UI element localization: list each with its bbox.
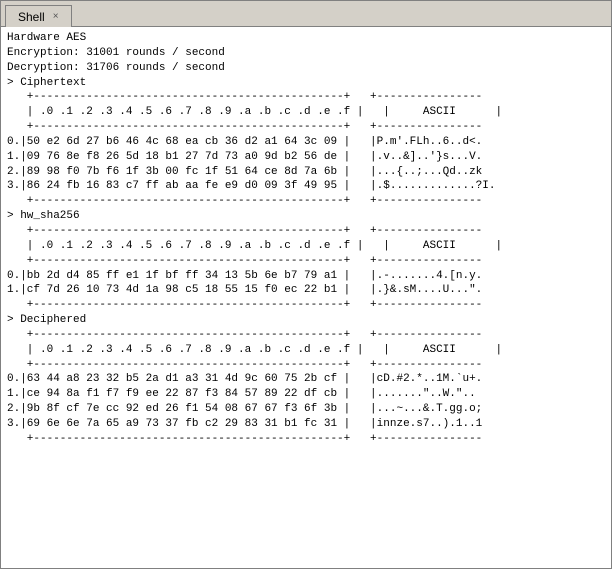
- title-bar: Shell ×: [1, 1, 611, 27]
- terminal-content[interactable]: Hardware AES Encryption: 31001 rounds / …: [1, 27, 611, 568]
- window: Shell × Hardware AES Encryption: 31001 r…: [0, 0, 612, 569]
- tab-close-button[interactable]: ×: [53, 11, 59, 22]
- shell-tab[interactable]: Shell ×: [5, 5, 72, 27]
- tab-label: Shell: [18, 10, 45, 24]
